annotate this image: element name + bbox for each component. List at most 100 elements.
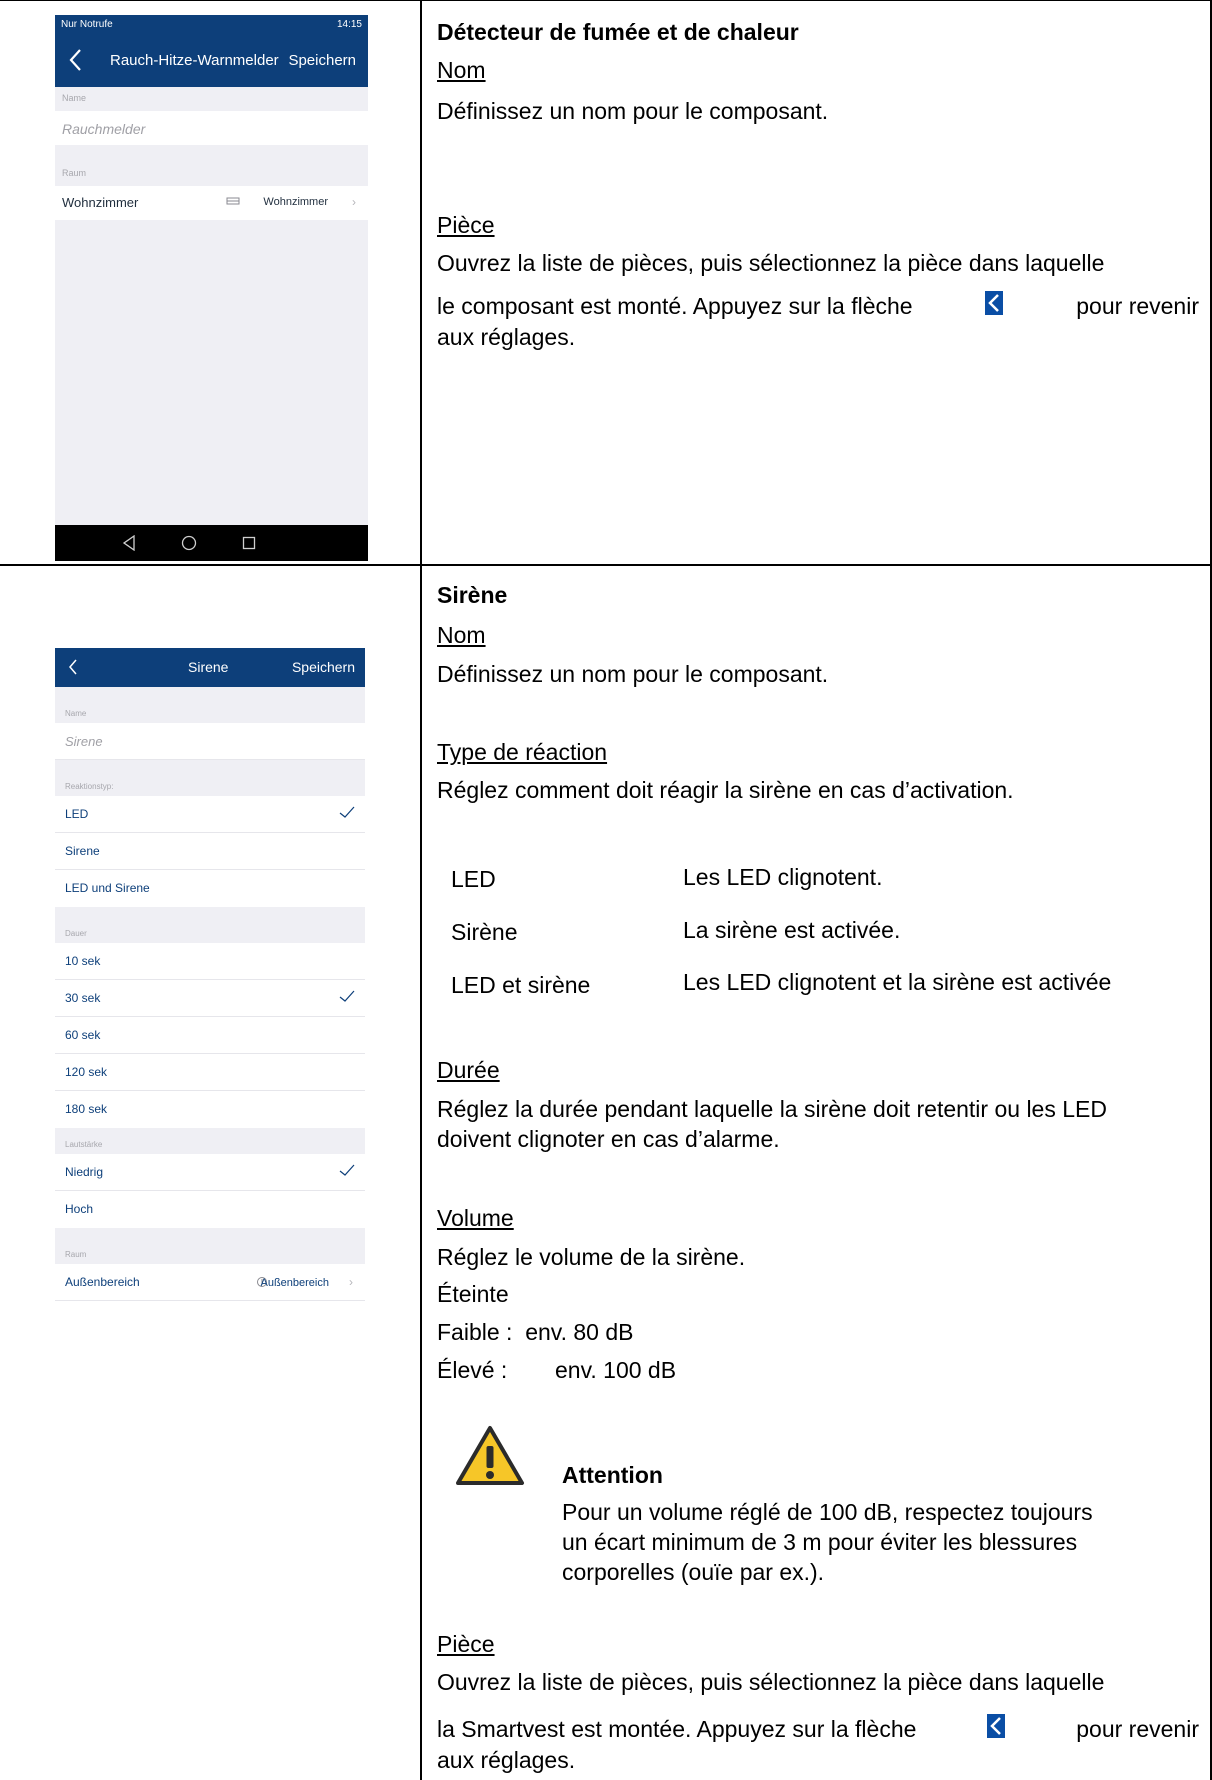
status-carrier: Nur Notrufe (61, 19, 113, 30)
chevron-right-icon: › (352, 195, 356, 209)
room-subheading: Pièce (437, 1631, 495, 1657)
name-section-label: Name (65, 709, 87, 718)
list-item-label: 30 sek (65, 991, 101, 1005)
reaction-section-header: Reaktionstyp: (55, 760, 365, 796)
attention-text-line3: corporelles (ouïe par ex.). (562, 1559, 825, 1585)
room-row[interactable]: Außenbereich Außenbereich › (55, 1264, 365, 1301)
room-description-line1: Ouvrez la liste de pièces, puis sélectio… (437, 1669, 1105, 1695)
nav-back-icon[interactable] (122, 535, 136, 551)
reaction-subheading: Type de réaction (437, 739, 608, 765)
volume-section-label: Lautstärke (65, 1140, 103, 1149)
volume-section-header: Lautstärke (55, 1128, 365, 1154)
duration-subheading: Durée (437, 1057, 500, 1083)
reaction-term: LED et sirène (451, 972, 591, 998)
volume-subheading: Volume (437, 1205, 514, 1231)
room-row-value: Außenbereich (260, 1277, 330, 1289)
room-subheading: Pièce (437, 212, 495, 238)
room-description-line2: la Smartvest est montée. Appuyez sur la … (437, 1714, 1199, 1744)
room-row-label: Wohnzimmer (62, 195, 139, 210)
room-text-part: pour revenir (1076, 1716, 1199, 1742)
table-row-divider (0, 564, 1212, 566)
reaction-description: Réglez comment doit réagir la sirène en … (437, 777, 1014, 803)
list-item-label: 10 sek (65, 954, 101, 968)
volume-off: Éteinte (437, 1281, 509, 1307)
volume-high-value: env. 100 dB (555, 1357, 677, 1383)
table-column-divider (420, 0, 422, 1780)
name-subheading: Nom (437, 57, 486, 83)
list-item-label: 180 sek (65, 1102, 108, 1116)
room-text-part: le composant est monté. Appuyez sur la f… (437, 293, 913, 319)
list-item-30-sek[interactable]: 30 sek (55, 980, 365, 1017)
attention-text-line2: un écart minimum de 3 m pour éviter les … (562, 1529, 1078, 1555)
list-item-led-und-sirene[interactable]: LED und Sirene (55, 870, 365, 907)
status-bar: Nur Notrufe 14:15 (55, 15, 368, 35)
room-row[interactable]: Wohnzimmer Wohnzimmer › (55, 186, 368, 220)
list-item-hoch[interactable]: Hoch (55, 1191, 365, 1228)
volume-description: Réglez le volume de la sirène. (437, 1244, 746, 1270)
back-arrow-icon[interactable] (67, 657, 79, 677)
nav-home-icon[interactable] (181, 535, 197, 551)
list-item-led[interactable]: LED (55, 796, 365, 833)
status-time: 14:15 (336, 19, 362, 30)
name-section-label: Name (62, 93, 87, 103)
name-description: Définissez un nom pour le composant. (437, 98, 829, 124)
room-description-line2: le composant est monté. Appuyez sur la f… (437, 291, 1199, 321)
room-row-value: Wohnzimmer (263, 196, 328, 208)
reaction-desc: Les LED clignotent et la sirène est acti… (683, 969, 1112, 995)
list-item-sirene[interactable]: Sirene (55, 833, 365, 870)
checkmark-icon (339, 990, 355, 1002)
duration-section-header: Dauer (55, 907, 365, 943)
reaction-term: Sirène (451, 919, 518, 945)
save-button[interactable]: Speichern (288, 52, 356, 69)
android-nav-bar (55, 525, 368, 561)
nav-recent-icon[interactable] (242, 536, 256, 550)
sofa-icon (226, 197, 240, 205)
list-item-label: LED und Sirene (65, 881, 150, 895)
name-field-value: Sirene (65, 734, 103, 749)
room-description-line3: aux réglages. (437, 1747, 576, 1773)
nav-bar: Sirene Speichern (55, 648, 365, 687)
document-page: Nur Notrufe 14:15 Rauch-Hitze-Warnmelder… (0, 0, 1212, 1780)
room-text-part: pour revenir (1076, 293, 1199, 319)
list-item-label: Hoch (65, 1202, 94, 1216)
section-heading: Détecteur de fumée et de chaleur (437, 19, 799, 45)
list-item-niedrig[interactable]: Niedrig (55, 1154, 365, 1191)
list-item-120-sek[interactable]: 120 sek (55, 1054, 365, 1091)
table-top-border (0, 0, 1212, 1)
list-item-180-sek[interactable]: 180 sek (55, 1091, 365, 1128)
section-heading: Sirène (437, 582, 508, 608)
name-section-header: Name (55, 687, 365, 723)
list-item-label: 120 sek (65, 1065, 108, 1079)
save-button[interactable]: Speichern (292, 659, 355, 675)
attention-heading: Attention (562, 1462, 663, 1488)
list-item-label: LED (65, 807, 89, 821)
checkmark-icon (339, 806, 355, 818)
back-arrow-icon[interactable] (65, 46, 87, 74)
reaction-term: LED (451, 866, 496, 892)
list-item-label: Sirene (65, 844, 100, 858)
smoke-detector-screenshot: Nur Notrufe 14:15 Rauch-Hitze-Warnmelder… (55, 15, 368, 561)
name-subheading: Nom (437, 622, 486, 648)
siren-screenshot: Sirene Speichern Name Sirene Reaktionsty… (55, 648, 365, 1364)
back-arrow-icon (985, 291, 1004, 315)
chevron-right-icon: › (349, 1275, 353, 1289)
room-section-label: Raum (65, 1250, 87, 1259)
room-text-part: la Smartvest est montée. Appuyez sur la … (437, 1716, 917, 1742)
nav-bar: Rauch-Hitze-Warnmelder Speichern (55, 35, 368, 87)
duration-description-line1: Réglez la durée pendant laquelle la sirè… (437, 1096, 1107, 1122)
nav-title: Sirene (188, 659, 229, 675)
room-description-line1: Ouvrez la liste de pièces, puis sélectio… (437, 250, 1105, 276)
warning-icon (456, 1426, 524, 1485)
list-item-10-sek[interactable]: 10 sek (55, 943, 365, 980)
list-item-label: 60 sek (65, 1028, 101, 1042)
room-section-header: Raum (55, 1228, 365, 1264)
name-field[interactable]: Sirene (55, 723, 365, 760)
reaction-section-label: Reaktionstyp: (65, 782, 114, 791)
back-arrow-icon (987, 1714, 1006, 1738)
name-field[interactable]: Rauchmelder (55, 111, 368, 145)
duration-section-label: Dauer (65, 929, 87, 938)
reaction-desc: Les LED clignotent. (683, 864, 883, 890)
room-row-label: Außenbereich (65, 1275, 140, 1289)
attention-text-line1: Pour un volume réglé de 100 dB, respecte… (562, 1499, 1093, 1525)
list-item-60-sek[interactable]: 60 sek (55, 1017, 365, 1054)
